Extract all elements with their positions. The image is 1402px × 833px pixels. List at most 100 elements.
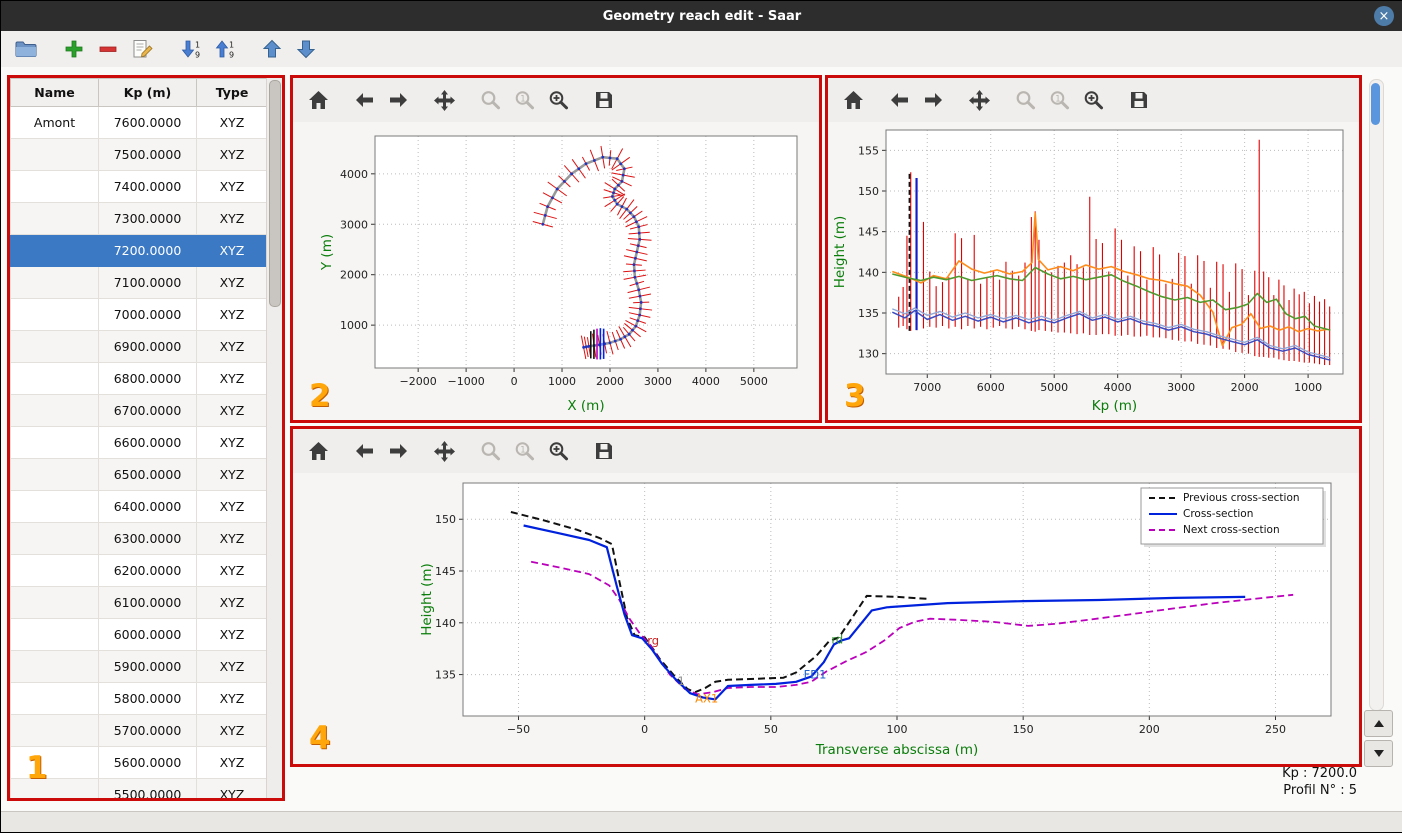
zoom-select-button: 1 — [1042, 84, 1076, 116]
zoom-select-button: 1 — [507, 435, 541, 467]
sort-ascending-button[interactable]: 19 — [209, 34, 239, 64]
table-row[interactable]: 7100.0000 XYZ — [10, 266, 267, 299]
table-row[interactable]: 5900.0000 XYZ — [10, 650, 267, 683]
table-cell: XYZ — [196, 618, 267, 651]
table-row[interactable]: 6800.0000 XYZ — [10, 362, 267, 395]
svg-text:2000: 2000 — [1231, 381, 1259, 394]
table-row[interactable]: 6900.0000 XYZ — [10, 330, 267, 363]
edit-profile-button[interactable] — [127, 34, 157, 64]
table-cell: XYZ — [196, 778, 267, 798]
table-row[interactable]: 5700.0000 XYZ — [10, 714, 267, 747]
window-scrollbar-thumb[interactable] — [1371, 83, 1380, 125]
sort-descending-button[interactable]: 19 — [175, 34, 205, 64]
move-up-button[interactable] — [257, 34, 287, 64]
zoom-rect-button[interactable] — [541, 84, 575, 116]
save-button[interactable] — [587, 435, 621, 467]
table-scrollbar[interactable] — [266, 78, 282, 798]
table-row[interactable]: 6400.0000 XYZ — [10, 490, 267, 523]
svg-text:5000: 5000 — [1040, 381, 1068, 394]
table-row[interactable]: 7200.0000 XYZ — [10, 234, 267, 267]
folder-icon — [14, 38, 38, 60]
svg-text:200: 200 — [1139, 723, 1160, 736]
back-button[interactable] — [347, 435, 381, 467]
table-row[interactable]: 6500.0000 XYZ — [10, 458, 267, 491]
home-button[interactable] — [836, 84, 870, 116]
back-button[interactable] — [347, 84, 381, 116]
svg-text:rg: rg — [647, 634, 659, 648]
svg-text:Y (m): Y (m) — [319, 234, 335, 271]
plan-view-canvas[interactable]: −2000 −1000 0 1000 2000 3000 4000 5000 1000 2000 3… — [293, 122, 819, 420]
pan-button[interactable] — [427, 84, 461, 116]
svg-text:3000: 3000 — [644, 375, 672, 388]
table-row[interactable]: 5500.0000 XYZ — [10, 778, 267, 798]
save-button[interactable] — [587, 84, 621, 116]
table-cell — [10, 714, 99, 747]
table-row[interactable]: 7500.0000 XYZ — [10, 138, 267, 171]
open-button[interactable] — [11, 34, 41, 64]
table-scrollbar-thumb[interactable] — [269, 80, 281, 307]
table-cell — [10, 298, 99, 331]
table-row[interactable]: 5600.0000 XYZ — [10, 746, 267, 779]
kp-readout: Kp : 7200.0 — [1282, 766, 1357, 781]
zoom-icon — [1014, 89, 1037, 111]
table-row[interactable]: 6200.0000 XYZ — [10, 554, 267, 587]
table-row[interactable]: 7300.0000 XYZ — [10, 202, 267, 235]
forward-button[interactable] — [381, 435, 415, 467]
pan-icon — [433, 440, 456, 463]
table-cell: XYZ — [196, 202, 267, 235]
table-cell: XYZ — [196, 490, 267, 523]
table-header-row: Name Kp (m) Type — [10, 78, 267, 107]
svg-text:X (m): X (m) — [567, 398, 604, 414]
next-profile-button[interactable] — [1364, 740, 1393, 767]
table-cell: XYZ — [196, 394, 267, 427]
home-icon — [307, 440, 330, 462]
home-icon — [307, 89, 330, 111]
forward-button[interactable] — [916, 84, 950, 116]
svg-text:135: 135 — [858, 307, 879, 320]
panel-number-1: 1 — [26, 750, 48, 786]
table-row[interactable]: 6700.0000 XYZ — [10, 394, 267, 427]
home-button[interactable] — [301, 84, 335, 116]
table-cell: XYZ — [196, 106, 267, 139]
zoom-rect-button[interactable] — [1076, 84, 1110, 116]
save-button[interactable] — [1122, 84, 1156, 116]
move-down-button[interactable] — [291, 34, 321, 64]
table-cell: XYZ — [196, 298, 267, 331]
table-row[interactable]: Amont 7600.0000 XYZ — [10, 106, 267, 139]
zoom-button — [1008, 84, 1042, 116]
svg-text:6000: 6000 — [977, 381, 1005, 394]
svg-text:50: 50 — [764, 723, 778, 736]
svg-text:7000: 7000 — [913, 381, 941, 394]
window-scrollbar[interactable] — [1369, 79, 1384, 711]
table-row[interactable]: 6100.0000 XYZ — [10, 586, 267, 619]
pan-button[interactable] — [427, 435, 461, 467]
table-row[interactable]: 7400.0000 XYZ — [10, 170, 267, 203]
table-row[interactable]: 6600.0000 XYZ — [10, 426, 267, 459]
back-button[interactable] — [882, 84, 916, 116]
pan-button[interactable] — [962, 84, 996, 116]
svg-text:Height (m): Height (m) — [419, 563, 435, 636]
previous-profile-button[interactable] — [1364, 710, 1393, 737]
cross-section-canvas[interactable]: −50 0 50 100 150 200 250 135 140 145 150 rg rd 1 FD1 AX… — [293, 473, 1359, 764]
table-row[interactable]: 6000.0000 XYZ — [10, 618, 267, 651]
close-button[interactable]: × — [1374, 6, 1394, 26]
profile-canvas[interactable]: 7000 6000 5000 4000 3000 2000 1000 130 135 140 145… — [828, 122, 1359, 420]
svg-text:145: 145 — [858, 226, 879, 239]
remove-profile-button[interactable] — [93, 34, 123, 64]
add-profile-button[interactable] — [59, 34, 89, 64]
table-cell: XYZ — [196, 266, 267, 299]
svg-text:2000: 2000 — [596, 375, 624, 388]
table-row[interactable]: 5800.0000 XYZ — [10, 682, 267, 715]
table-row[interactable]: 7000.0000 XYZ — [10, 298, 267, 331]
zoom-select-icon: 1 — [513, 89, 536, 111]
table-cell: XYZ — [196, 746, 267, 779]
table-cell — [10, 650, 99, 683]
plan-view-panel: 1 −2000 −1000 0 1000 2000 3000 4000 5000 1000 200… — [290, 75, 822, 423]
table-row[interactable]: 6300.0000 XYZ — [10, 522, 267, 555]
table-cell — [10, 522, 99, 555]
zoom-rect-button[interactable] — [541, 435, 575, 467]
table-cell — [10, 202, 99, 235]
forward-button[interactable] — [381, 84, 415, 116]
titlebar[interactable]: Geometry reach edit - Saar × — [1, 1, 1402, 31]
home-button[interactable] — [301, 435, 335, 467]
